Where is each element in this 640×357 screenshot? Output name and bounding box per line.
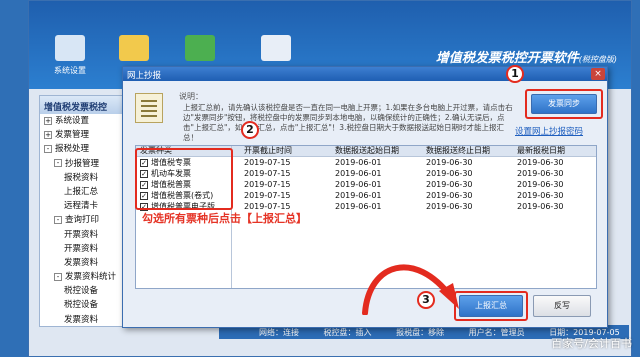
table-cell: 2019-07-15 [244,158,291,167]
watermark: 百家号/会计百书 [551,337,632,350]
notepad-icon [135,93,163,123]
app-title: 增值税发票税控开票软件(税控盘版) [435,51,617,66]
online-report-dialog: 网上抄报 × 说明： 上报汇总前，请先确认该税控盘是否一直在同一电脑上开票；1.… [122,65,608,328]
tree-node-label: 开票资料 [64,243,99,254]
status-device: 税控盘：插入 [323,328,372,337]
note-label: 说明： [179,92,203,101]
table-cell: 2019-06-30 [517,202,564,211]
collapse-icon[interactable]: - [54,159,62,168]
table-cell: 2019-06-30 [517,180,564,189]
tree-node-label: 发票资料 [64,257,99,268]
table-row: 2019-07-15 2019-06-01 2019-06-30 2019-06-30 [232,157,596,168]
status-reporter: 报税盘：移除 [396,328,445,337]
table-cell: 2019-06-30 [426,169,473,178]
write-back-button[interactable]: 反写 [533,295,591,317]
table-cell: 2019-07-15 [244,169,291,178]
expand-icon[interactable]: + [44,130,52,139]
table-cell: 2019-06-01 [335,180,382,189]
status-user: 用户名：管理员 [468,328,525,337]
tree-node-label: 税控设备 [64,286,99,297]
collapse-icon[interactable]: - [54,272,62,281]
highlight-box [525,89,603,119]
tree-node-label: 发票资料 [64,314,99,325]
pointer-arrow-icon [362,264,459,315]
table-cell: 2019-06-01 [335,169,382,178]
table-cell: 2019-06-01 [335,158,382,167]
collapse-icon[interactable]: - [44,144,52,153]
tree-node-label: 发票资料统计 [65,272,117,283]
dialog-title: 网上抄报 [123,67,607,81]
note-text: 上报汇总前，请先确认该税控盘是否一直在同一电脑上开票；1.如果在多台电脑上开过票… [183,103,513,142]
table-row: 2019-07-15 2019-06-01 2019-06-30 2019-06-30 [232,179,596,190]
toolbar-sync[interactable] [177,35,223,65]
tree-node-label: 系统设置 [55,116,90,126]
close-icon[interactable]: × [591,68,605,80]
highlight-box [135,148,233,210]
toolbar-system-settings[interactable]: 系统设置 [47,35,93,76]
table-cell: 2019-06-30 [517,158,564,167]
column-header: 数据报送终止日期 [426,146,490,155]
column-header: 开票截止时间 [244,146,292,155]
tree-node-label: 报税处理 [55,144,90,155]
step-marker-1: 1 [506,65,524,83]
table-cell: 2019-06-30 [517,191,564,200]
tree-node-label: 远程清卡 [64,201,99,212]
tree-node-label: 发票管理 [55,130,90,141]
tree-node-label: 查询打印 [65,215,100,226]
table-cell: 2019-06-30 [426,202,473,211]
table-header-row: 开票截止时间 数据报送起始日期 数据报送终止日期 最新报税日期 [232,146,596,157]
column-header: 最新报税日期 [517,146,565,155]
folder-icon [119,35,149,61]
toolbar-label: 系统设置 [54,66,86,75]
column-header: 数据报送起始日期 [335,146,399,155]
tree-node-label: 抄报管理 [65,158,100,169]
settings-icon [55,35,85,61]
toolbar-folder[interactable] [111,35,157,65]
disk-sync-icon [185,35,215,61]
tools-icon [261,35,291,61]
table-cell: 2019-06-30 [426,158,473,167]
expand-icon[interactable]: + [44,116,52,125]
instruction-text: 勾选所有票种后点击【上报汇总】 [142,212,307,225]
table-cell: 2019-07-15 [244,191,291,200]
tree-node-label: 开票资料 [64,229,99,240]
table-cell: 2019-06-30 [517,169,564,178]
toolbar-tools[interactable] [253,35,299,65]
table-cell: 2019-06-30 [426,191,473,200]
table-cell: 2019-06-30 [426,180,473,189]
table-cell: 2019-06-01 [335,191,382,200]
set-password-link[interactable]: 设置网上抄报密码 [515,125,583,137]
status-network: 网络：连接 [259,328,299,337]
highlight-box [454,291,528,321]
table-row: 2019-07-15 2019-06-01 2019-06-30 2019-06-30 [232,190,596,201]
tree-node-label: 报税资料 [64,172,99,183]
table-row: 2019-07-15 2019-06-01 2019-06-30 2019-06-30 [232,168,596,179]
table-cell: 2019-06-01 [335,202,382,211]
tree-node-label: 上报汇总 [64,186,99,197]
step-marker-2: 2 [241,121,259,139]
tree-node-label: 税控设备 [64,300,99,311]
collapse-icon[interactable]: - [54,215,62,224]
table-cell: 2019-07-15 [244,180,291,189]
